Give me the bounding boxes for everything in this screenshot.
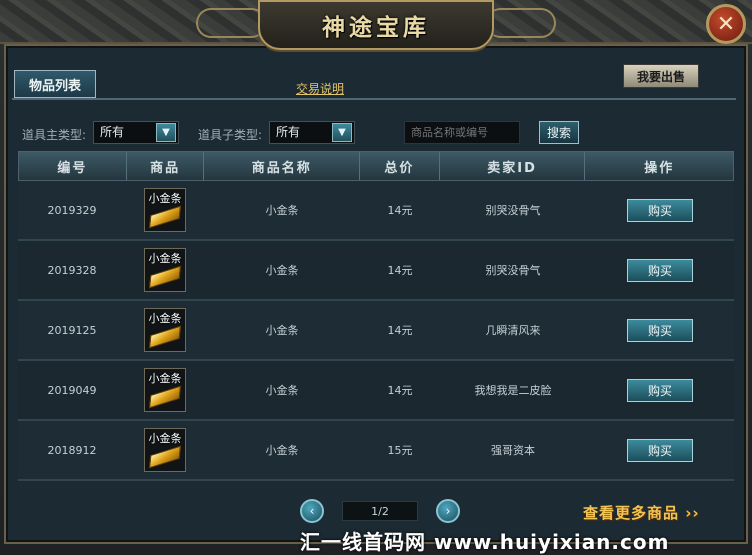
item-cell: 小金条 [126,301,204,359]
seller-id: 别哭没骨气 [485,264,541,277]
item-name: 小金条 [265,444,299,457]
item-slot[interactable]: 小金条 [144,368,186,412]
buy-button[interactable]: 购买 [627,258,693,282]
view-more-link[interactable]: 查看更多商品 ›› [583,502,700,523]
prev-page-button[interactable]: ‹ [300,499,324,523]
listing-id: 2018912 [47,443,97,457]
tab-divider [12,98,736,100]
item-slot-label: 小金条 [148,312,182,325]
listing-table: 编号 商品 商品名称 总价 卖家ID 操作 2019329 小金条 小金条 14… [18,151,734,481]
gold-bar-icon [148,205,182,229]
action-cell: 购买 [586,181,734,239]
table-body: 2019329 小金条 小金条 14元 别哭没骨气 购买 2019328 小金条… [18,181,734,481]
item-name: 小金条 [265,384,299,397]
gold-bar-icon [148,325,182,349]
sub-type-value: 所有 [276,125,301,139]
item-price: 14元 [387,264,413,277]
buy-button[interactable]: 购买 [627,318,693,342]
sell-button[interactable]: 我要出售 [623,64,699,88]
item-cell: 小金条 [126,241,204,299]
item-name: 小金条 [265,204,299,217]
item-slot[interactable]: 小金条 [144,428,186,472]
item-slot[interactable]: 小金条 [144,188,186,232]
pagination: ‹ 1/2 › [300,499,460,523]
table-row: 2018912 小金条 小金条 15元 强哥资本 购买 [18,421,734,481]
sub-type-select[interactable]: 所有 ▼ [269,121,355,144]
close-icon: ✕ [716,11,736,37]
item-price: 14元 [387,204,413,217]
tab-item-list[interactable]: 物品列表 [14,70,96,98]
watermark: 汇一线首码网 www.huiyixian.com [300,530,670,554]
header-price: 总价 [360,152,440,180]
item-slot[interactable]: 小金条 [144,248,186,292]
table-row: 2019328 小金条 小金条 14元 别哭没骨气 购买 [18,241,734,301]
gold-bar-icon [148,265,182,289]
main-type-select[interactable]: 所有 ▼ [93,121,179,144]
main-type-label: 道具主类型: [22,128,87,142]
item-slot-label: 小金条 [148,252,182,265]
buy-button[interactable]: 购买 [627,198,693,222]
header-id: 编号 [19,152,127,180]
buy-button[interactable]: 购买 [627,438,693,462]
table-header: 编号 商品 商品名称 总价 卖家ID 操作 [18,151,734,181]
close-button[interactable]: ✕ [706,4,746,44]
seller-id: 几瞬清风来 [485,324,541,337]
header-seller: 卖家ID [440,152,586,180]
item-price: 14元 [387,324,413,337]
main-type-value: 所有 [100,125,125,139]
seller-id: 强哥资本 [491,444,535,457]
window-title: 神途宝库 [322,14,430,41]
search-button[interactable]: 搜索 [539,121,579,144]
table-row: 2019329 小金条 小金条 14元 别哭没骨气 购买 [18,181,734,241]
item-name: 小金条 [265,324,299,337]
seller-id: 别哭没骨气 [485,204,541,217]
item-slot-label: 小金条 [148,432,182,445]
table-row: 2019125 小金条 小金条 14元 几瞬清风来 购买 [18,301,734,361]
item-price: 14元 [387,384,413,397]
item-name: 小金条 [265,264,299,277]
item-cell: 小金条 [126,421,204,479]
item-cell: 小金条 [126,181,204,239]
action-cell: 购买 [586,361,734,419]
table-row: 2019049 小金条 小金条 14元 我想我是二皮脸 购买 [18,361,734,421]
gold-bar-icon [148,445,182,469]
header-action: 操作 [644,160,675,176]
gold-bar-icon [148,385,182,409]
header-item: 商品 [127,152,205,180]
title-ornament-left [196,8,266,38]
sub-type-label: 道具子类型: [198,128,263,142]
buy-button[interactable]: 购买 [627,378,693,402]
item-slot[interactable]: 小金条 [144,308,186,352]
listing-id: 2019049 [47,383,97,397]
chevron-left-icon: ‹ [309,504,315,518]
item-cell: 小金条 [126,361,204,419]
seller-id: 我想我是二皮脸 [474,384,552,397]
action-cell: 购买 [586,241,734,299]
trade-help-link[interactable]: 交易说明 [296,80,344,97]
game-window: 神途宝库 ✕ 物品列表 交易说明 我要出售 道具主类型: 所有 ▼ 道具子类型:… [0,0,752,555]
item-slot-label: 小金条 [148,192,182,205]
title-plate: 神途宝库 [258,0,494,50]
listing-id: 2019125 [47,323,97,337]
next-page-button[interactable]: › [436,499,460,523]
item-slot-label: 小金条 [148,372,182,385]
title-ornament-right [486,8,556,38]
listing-id: 2019328 [47,263,97,277]
action-cell: 购买 [586,421,734,479]
search-input[interactable] [404,121,520,144]
item-price: 15元 [387,444,413,457]
listing-id: 2019329 [47,203,97,217]
action-cell: 购买 [586,301,734,359]
header-item-name: 商品名称 [204,152,361,180]
chevron-down-icon[interactable]: ▼ [156,123,176,142]
chevron-down-icon[interactable]: ▼ [332,123,352,142]
chevron-right-icon: › [445,504,451,518]
page-indicator: 1/2 [342,501,418,521]
